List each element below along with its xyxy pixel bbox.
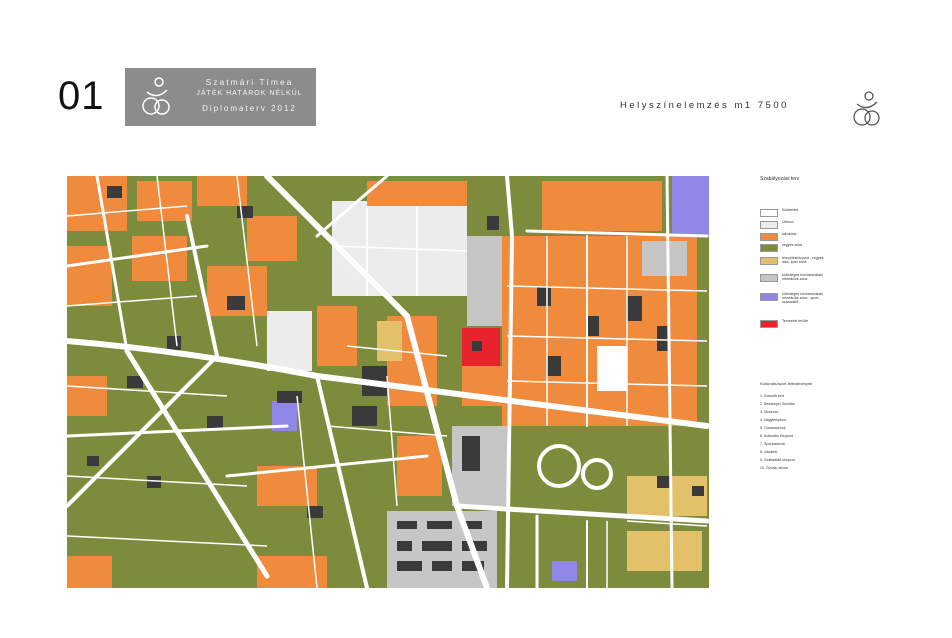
legend-title: Szabályozási terv (760, 176, 800, 182)
legend-label: településközpont - vegyes lakó- ipari zó… (782, 256, 824, 264)
legend-item: Tervezési terület (760, 319, 930, 331)
legend-swatch (760, 244, 778, 252)
legend-label: Tervezési terület (782, 319, 809, 323)
legend-item: Közterület (760, 208, 930, 220)
map-graphic (67, 176, 709, 588)
legend-swatch (760, 274, 778, 282)
legend-item: vegyes zóna (760, 243, 930, 255)
list-title: Kulturális/sport létesítmények (760, 381, 813, 386)
site-map (67, 176, 709, 588)
legend-swatch (760, 233, 778, 241)
legend-swatch (760, 293, 778, 301)
legend-item: Úttorzó (760, 220, 930, 232)
project-subtitle: Diplomaterv 2012 (202, 104, 297, 113)
page-heading: Helyszínelemzés m1 7500 (620, 100, 789, 111)
author-name: Szatmári Tímea (205, 77, 294, 87)
list-item: 5. Tornacsarnok (760, 426, 786, 430)
list-item: 3. Múzeum (760, 410, 778, 414)
list-item: 10. Óvoda, iskola (760, 466, 788, 470)
legend-item: különleges közhasználatú rekreációs zóna (760, 273, 930, 285)
legend-item: különleges közhasználatú rekreációs zóna… (760, 292, 930, 304)
legend-label: különleges közhasználatú rekreációs zóna (782, 273, 824, 281)
legend-item: településközpont - vegyes lakó- ipari zó… (760, 256, 930, 268)
list-item: 6. Kulturális Központ (760, 434, 793, 438)
legend-label: különleges közhasználatú rekreációs zóna… (782, 292, 824, 304)
list-item: 8. Vásártér (760, 450, 778, 454)
person-logo-icon (142, 77, 170, 115)
legend-label: Úttorzó (782, 220, 794, 224)
list-item: 1. Kossuth kert (760, 394, 784, 398)
title-box: Szatmári Tímea JÁTÉK HATÁROK NÉLKÜL Dipl… (125, 68, 316, 126)
legend-label: vegyes zóna (782, 243, 803, 247)
legend-swatch (760, 257, 778, 265)
legend-label: lakózóna (782, 232, 797, 236)
corner-person-logo-icon (853, 91, 880, 126)
project-title: JÁTÉK HATÁROK NÉLKÜL (196, 90, 303, 97)
legend-swatch (760, 209, 778, 217)
list-item: 9. Szabadidő-központ (760, 458, 795, 462)
list-item: 7. Sportcsarnok (760, 442, 786, 446)
list-item: 2. Bessenyei Színház (760, 402, 795, 406)
legend-label: Közterület (782, 208, 799, 212)
sheet-number: 01 (58, 74, 105, 118)
list-item: 4. Nagytemplom (760, 418, 787, 422)
legend-swatch (760, 221, 778, 229)
legend-swatch (760, 320, 778, 328)
